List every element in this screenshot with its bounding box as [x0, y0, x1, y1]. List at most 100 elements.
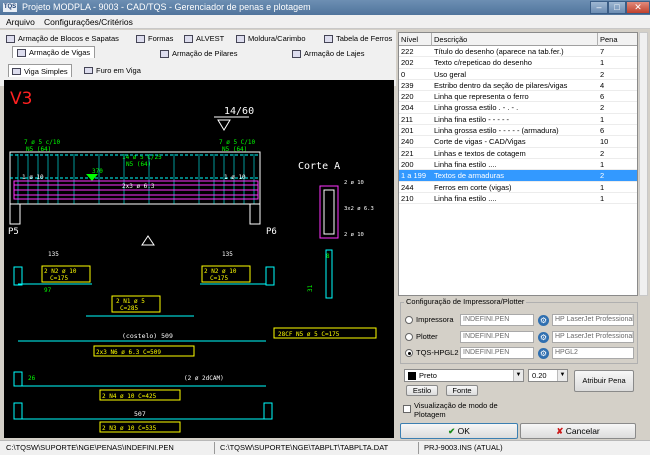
menu-arquivo[interactable]: Arquivo [6, 15, 35, 29]
device-impressora[interactable]: HP LaserJet Professional [552, 314, 634, 326]
cam-label: (2 ø 2dCAM) [184, 375, 224, 382]
n2-left-hook [13, 266, 23, 286]
pen-file-hpgl2[interactable]: INDEFINI.PEN [460, 347, 534, 359]
table-row[interactable]: 201 Linha grossa estilo - - - - - (armadu… [399, 125, 637, 137]
n4-label: 2 N4 ø 10 C=425 [102, 393, 157, 400]
n3-label: 2 N3 ø 10 C=535 [102, 425, 157, 432]
radio-impressora[interactable] [405, 316, 413, 324]
dim-right-small: 1 ø 10 [224, 174, 246, 181]
n6-label: 2x3 N6 ø 6.3 C=509 [96, 349, 161, 356]
top-bar-right-1: 7 ø 5 C/10 [219, 139, 256, 146]
header-nivel[interactable]: Nível [401, 33, 418, 46]
cell-pena: 1 [600, 58, 605, 68]
cell-nivel: 202 [401, 58, 414, 68]
title-bar: TQS Projeto MODPLA - 9003 - CAD/TQS - Ge… [0, 0, 650, 15]
cell-descricao: Texto c/repeticao do desenho [434, 58, 532, 68]
close-button[interactable]: ✕ [626, 1, 650, 14]
cell-pena: 7 [600, 47, 605, 56]
ok-button[interactable]: ✔ OK [400, 423, 518, 439]
header-descricao[interactable]: Descrição [434, 33, 467, 46]
assign-pen-button[interactable]: Atribuir Pena [574, 370, 634, 392]
cell-pena: 10 [600, 137, 609, 147]
tab-lajes[interactable]: Armação de Lajes [292, 48, 364, 60]
table-row[interactable]: 244 Ferros em corte (vigas) 1 [399, 182, 637, 193]
cell-pena: 2 [600, 171, 605, 181]
device-hpgl2[interactable]: HPGL2 [552, 347, 634, 359]
n3-hook-right [263, 402, 273, 420]
gear-icon[interactable]: ⚙ [538, 348, 549, 359]
drawing-title: V3 [10, 89, 32, 109]
tab-tabela-ferros[interactable]: Tabela de Ferros [324, 33, 392, 45]
forms-icon [136, 35, 145, 43]
minimize-button[interactable]: – [590, 1, 608, 14]
cell-pena: 2 [600, 148, 605, 158]
printer-config-legend: Configuração de Impressora/Plotter [404, 297, 527, 306]
header-pena[interactable]: Pena [600, 33, 618, 46]
label-plotter: Plotter [416, 332, 438, 341]
pen-file-impressora[interactable]: INDEFINI.PEN [460, 314, 534, 326]
radio-tqs-hpgl2[interactable] [405, 349, 413, 357]
label-tqs-hpgl2: TQS-HPGL2 [416, 348, 459, 357]
subtab-strip: Viga Simples Furo em Viga [4, 62, 394, 78]
cell-descricao: Linha que representa o ferro [434, 92, 529, 102]
status-project: PRJ-9003.INS (ATUAL) [424, 443, 503, 452]
tab-moldura[interactable]: Moldura/Carimbo [236, 33, 306, 45]
n2-left-1: 2 N2 ø 10 [44, 268, 77, 275]
slab-icon [292, 50, 301, 58]
column-divider [597, 33, 598, 46]
cell-descricao: Textos de armaduras [434, 171, 505, 181]
table-row[interactable]: 211 Linha fina estilo - - - - - 1 [399, 114, 637, 126]
pen-color-select[interactable]: Preto ▼ [404, 369, 524, 382]
cell-pena: 1 [600, 193, 605, 203]
subtab-viga-simples[interactable]: Viga Simples [8, 64, 72, 77]
drawing-canvas[interactable]: V3 14/60 7 ø 5 c/10 N5 (64) 14 ø 5 C/25 … [4, 80, 394, 438]
table-row[interactable]: 221 Linhas e textos de cotagem 2 [399, 148, 637, 159]
subtab-furo-viga[interactable]: Furo em Viga [84, 64, 141, 77]
cell-pena: 2 [600, 69, 605, 79]
cell-pena: 6 [600, 92, 605, 102]
gear-icon[interactable]: ⚙ [538, 315, 549, 326]
color-swatch [408, 372, 416, 380]
table-row[interactable]: 202 Texto c/repeticao do desenho 1 [399, 57, 637, 69]
table-row[interactable]: 220 Linha que representa o ferro 6 [399, 91, 637, 103]
table-row[interactable]: 0 Uso geral 2 [399, 69, 637, 80]
tab-formas[interactable]: Formas [136, 33, 173, 45]
pen-table[interactable]: Nível Descrição Pena 222 Título do desenh… [398, 32, 638, 296]
frame-icon [236, 35, 245, 43]
table-row[interactable]: 210 Linha fina estilo .... 1 [399, 193, 637, 205]
pen-width-select[interactable]: 0.20 ▼ [528, 369, 568, 382]
radio-plotter[interactable] [405, 333, 413, 341]
cell-descricao: Uso geral [434, 69, 467, 79]
visualizacao-checkbox[interactable] [403, 405, 411, 413]
menu-configuracoes[interactable]: Configurações/Critérios [44, 15, 133, 29]
table-row[interactable]: 1 a 199 Textos de armaduras 2 [399, 170, 637, 182]
corte-bar-top: 2 ø 10 [344, 180, 364, 186]
cell-descricao: Linha fina estilo .... [434, 159, 497, 169]
table-row[interactable]: 239 Estribo dentro da seção de pilares/vi… [399, 80, 637, 92]
cell-pena: 4 [600, 80, 605, 90]
device-plotter[interactable]: HP LaserJet Professional [552, 331, 634, 343]
gear-icon[interactable]: ⚙ [538, 332, 549, 343]
tab-alvest[interactable]: ALVEST [184, 33, 224, 45]
table-row[interactable]: 222 Título do desenho (aparece na tab.fer… [399, 46, 637, 58]
cancel-button[interactable]: ✘ Cancelar [520, 423, 636, 439]
cell-nivel: 200 [401, 159, 414, 169]
fonte-button[interactable]: Fonte [446, 385, 478, 396]
estilo-button[interactable]: Estilo [406, 385, 438, 396]
maximize-button[interactable]: □ [608, 1, 626, 14]
tab-vigas[interactable]: Armação de Vigas [12, 46, 96, 58]
tab-blocos-sapatas[interactable]: Armação de Blocos e Sapatas [6, 33, 119, 45]
section-ref: 14/60 [224, 106, 254, 117]
table-row[interactable]: 204 Linha grossa estilo . - . - . 2 [399, 102, 637, 114]
column-right [249, 203, 261, 225]
cell-nivel: 204 [401, 103, 414, 113]
section-arrow-bottom-icon [141, 235, 155, 246]
table-row[interactable]: 240 Corte de vigas - CAD/Vigas 10 [399, 136, 637, 148]
table-scrollbar[interactable] [639, 32, 648, 296]
support-left: P5 [8, 227, 19, 237]
pen-file-plotter[interactable]: INDEFINI.PEN [460, 331, 534, 343]
cell-nivel: 244 [401, 182, 414, 192]
tab-pilares[interactable]: Armação de Pilares [160, 48, 237, 60]
table-row[interactable]: 200 Linha fina estilo .... 1 [399, 159, 637, 171]
n2-right-2: C=175 [210, 275, 228, 282]
